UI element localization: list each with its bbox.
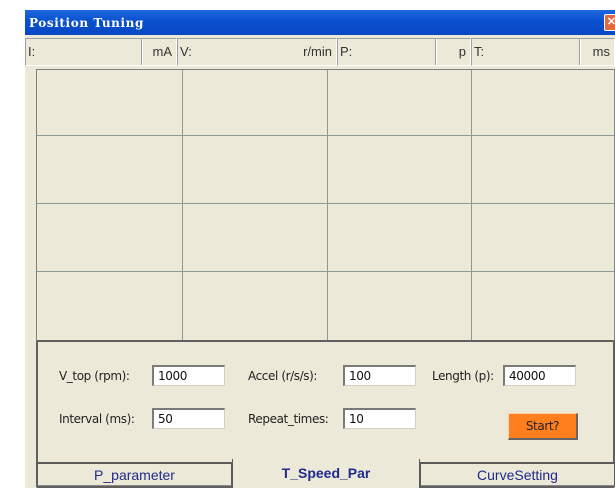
tab-edge (232, 459, 233, 488)
repeat-times-input[interactable]: 10 (343, 408, 416, 429)
v-top-input[interactable]: 1000 (152, 365, 225, 386)
velocity-readout: V: r/min (177, 38, 337, 66)
grid-line-vertical (471, 70, 472, 346)
grid-line-vertical (327, 70, 328, 346)
grid-line-horizontal (37, 271, 614, 272)
current-label: I: (28, 44, 36, 59)
window-title: Position Tuning (29, 16, 144, 30)
position-label: P: (340, 44, 353, 59)
close-icon: ✕ (606, 16, 615, 28)
grid-line-horizontal (37, 203, 614, 204)
time-unit: ms (592, 44, 610, 59)
readout-divider (579, 39, 581, 65)
accel-input[interactable]: 100 (343, 365, 416, 386)
title-bar[interactable]: Position Tuning ✕ (25, 10, 615, 35)
readout-divider (141, 39, 143, 65)
velocity-label: V: (180, 44, 192, 59)
repeat-times-label: Repeat_times: (248, 412, 329, 426)
length-label: Length (p): (432, 369, 494, 383)
tab-curve-setting[interactable]: CurveSetting (420, 462, 615, 486)
position-unit: p (458, 44, 466, 59)
tab-t-speed-par[interactable]: T_Speed_Par (232, 459, 420, 488)
start-button[interactable]: Start? (508, 413, 578, 440)
current-readout: I: mA (25, 38, 177, 66)
velocity-unit: r/min (303, 44, 332, 59)
position-tuning-window: Position Tuning ✕ I: mA V: r/min P: p T:… (25, 10, 615, 488)
position-readout: P: p (337, 38, 471, 66)
current-unit: mA (152, 44, 173, 59)
length-input[interactable]: 40000 (503, 365, 576, 386)
grid-line-horizontal (37, 135, 614, 136)
grid-line-vertical (182, 70, 183, 346)
tab-t-speed-par-label: T_Speed_Par (281, 465, 371, 481)
v-top-label: V_top (rpm): (59, 369, 130, 383)
readout-divider (435, 39, 437, 65)
plot-area (36, 69, 615, 347)
accel-label: Accel (r/s/s): (248, 369, 318, 383)
interval-input[interactable]: 50 (152, 408, 225, 429)
interval-label: Interval (ms): (59, 412, 135, 426)
time-label: T: (474, 44, 485, 59)
tab-p-parameter[interactable]: P_parameter (37, 462, 232, 486)
close-button[interactable]: ✕ (604, 14, 615, 31)
time-readout: T: ms (471, 38, 615, 66)
